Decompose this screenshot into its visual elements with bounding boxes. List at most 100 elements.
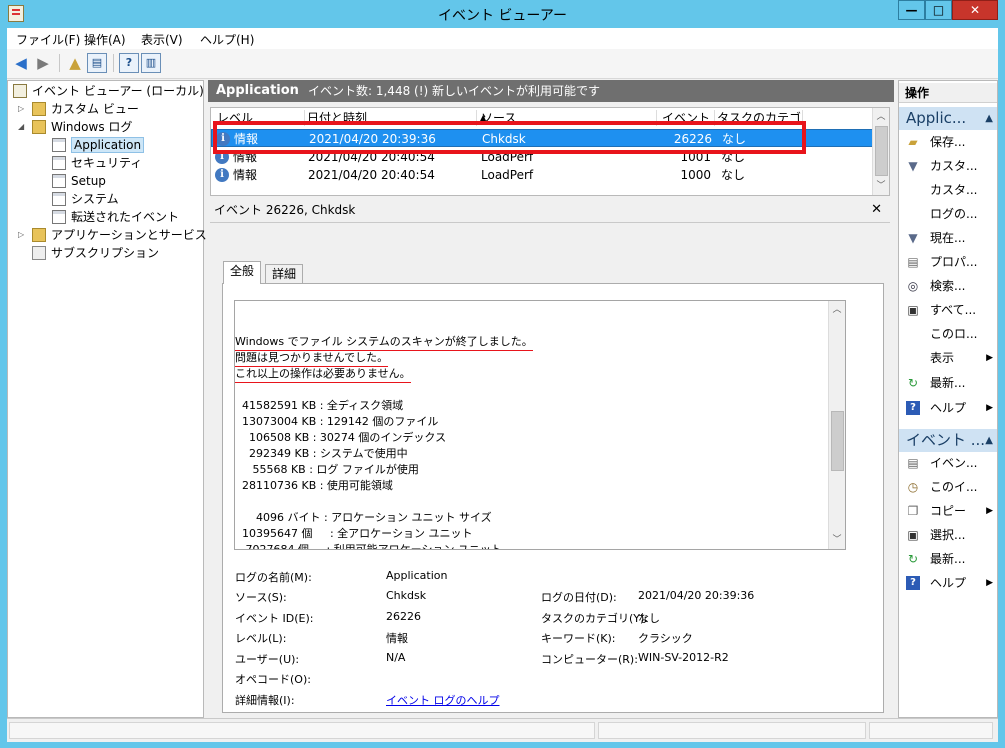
actions-group-application[interactable]: Applic... ▲	[899, 107, 997, 130]
column-task-category[interactable]: タスクのカテゴリ	[717, 110, 803, 141]
opcode-label: オペコード(O):	[235, 673, 311, 686]
save-disk-icon: ▣	[907, 303, 919, 317]
log-title: Application	[216, 83, 299, 98]
tree-custom-views[interactable]: ▷ カスタム ビュー	[18, 100, 139, 118]
action-attach-task[interactable]: このロ...	[899, 323, 997, 345]
row-level: 情報	[234, 132, 259, 146]
help-icon[interactable]: ?	[119, 53, 139, 73]
description-line: Windows でファイル システムのスキャンが終了しました。	[235, 334, 533, 351]
event-list: レベル 日付と時刻▲ ソース イベント ID タスクのカテゴリ i 情報 202…	[210, 107, 890, 196]
logged-label: ログの日付(D):	[541, 591, 617, 604]
action-create-custom-view[interactable]: ▼ カスタ...	[899, 155, 997, 177]
scrollbar-thumb[interactable]	[875, 126, 888, 176]
row-source: LoadPerf	[481, 150, 534, 164]
tree-log-security[interactable]: セキュリティ	[52, 154, 142, 172]
submenu-arrow-icon: ▶	[986, 353, 993, 363]
menu-action[interactable]: 操作(A)	[84, 31, 126, 48]
toolbar: ◀ ▶ ▲ ▤ ? ▥	[7, 49, 998, 79]
action-view[interactable]: 表示 ▶	[899, 347, 997, 369]
general-tab-body: Windows でファイル システムのスキャンが終了しました。 問題は見つかりま…	[222, 283, 884, 713]
collapse-arrow-icon[interactable]: ◢	[18, 118, 30, 136]
scrollbar-thumb[interactable]	[831, 411, 844, 471]
tree-log-system[interactable]: システム	[52, 190, 119, 208]
action-save-selected-events[interactable]: ▣ 選択...	[899, 524, 997, 546]
folder-icon	[32, 102, 46, 116]
scroll-down-icon[interactable]: ﹀	[873, 178, 889, 194]
log-icon	[52, 174, 66, 188]
minimize-button[interactable]: —	[898, 0, 925, 20]
expand-arrow-icon[interactable]: ▷	[18, 100, 30, 118]
action-save[interactable]: ▰ 保存...	[899, 131, 997, 153]
action-event-help[interactable]: ? ヘルプ ▶	[899, 572, 997, 594]
menu-help[interactable]: ヘルプ(H)	[200, 31, 254, 48]
menu-file[interactable]: ファイル(F)	[16, 31, 80, 48]
back-arrow-icon[interactable]: ◀	[11, 53, 31, 73]
action-help[interactable]: ? ヘルプ ▶	[899, 397, 997, 419]
action-refresh-event[interactable]: ↻ 最新...	[899, 548, 997, 570]
column-event-id[interactable]: イベント ID	[659, 110, 715, 141]
description-line: これ以上の操作は必要ありません。	[235, 366, 411, 383]
show-hide-action-pane-icon[interactable]: ▥	[141, 53, 161, 73]
menu-view[interactable]: 表示(V)	[141, 31, 183, 48]
column-source[interactable]: ソース	[481, 110, 657, 126]
tree-log-setup[interactable]: Setup	[52, 172, 106, 190]
log-header: Application イベント数: 1,448 (!) 新しいイベントが利用可…	[208, 80, 894, 102]
user-value: N/A	[386, 651, 406, 664]
action-filter-current-log[interactable]: ▼ 現在...	[899, 227, 997, 249]
action-import-custom-view[interactable]: カスタ...	[899, 179, 997, 201]
action-save-all-events[interactable]: ▣ すべて...	[899, 299, 997, 321]
event-list-scrollbar[interactable]: ︿ ﹀	[872, 108, 889, 195]
tree-log-forwarded[interactable]: 転送されたイベント	[52, 208, 179, 226]
action-attach-task-to-event[interactable]: ◷ このイ...	[899, 476, 997, 498]
description-line: 292349 KB : システムで使用中	[235, 447, 408, 460]
tree-app-service-logs[interactable]: ▷ アプリケーションとサービス ログ	[18, 226, 235, 244]
level-value: 情報	[386, 632, 408, 645]
close-window-button[interactable]: ✕	[952, 0, 998, 20]
show-hide-tree-icon[interactable]: ▤	[87, 53, 107, 73]
action-refresh[interactable]: ↻ 最新...	[899, 372, 997, 394]
event-description[interactable]: Windows でファイル システムのスキャンが終了しました。 問題は見つかりま…	[234, 300, 846, 550]
action-copy[interactable]: ❐ コピー ▶	[899, 500, 997, 522]
scroll-up-icon[interactable]: ︿	[829, 302, 845, 318]
collapse-arrow-icon[interactable]: ▲	[985, 107, 993, 130]
log-icon	[52, 156, 66, 170]
collapse-arrow-icon[interactable]: ▲	[985, 429, 993, 452]
column-datetime[interactable]: 日付と時刻 ▲	[307, 110, 486, 126]
scroll-up-icon[interactable]: ︿	[873, 109, 889, 125]
task-category-label: タスクのカテゴリ(Y):	[541, 612, 649, 625]
row-datetime: 2021/04/20 20:40:54	[308, 168, 435, 182]
event-id-value: 26226	[386, 610, 421, 623]
menu-bar: ファイル(F) 操作(A) 表示(V) ヘルプ(H)	[7, 28, 998, 49]
tree-subscriptions[interactable]: サブスクリプション	[32, 244, 159, 262]
column-level[interactable]: レベル	[217, 110, 305, 126]
event-row-selected[interactable]: i 情報 2021/04/20 20:39:36 Chkdsk 26226 なし	[211, 129, 873, 147]
log-name-label: ログの名前(M):	[235, 571, 312, 584]
up-folder-icon[interactable]: ▲	[65, 53, 85, 73]
more-info-label: 詳細情報(I):	[235, 694, 295, 707]
tree-root[interactable]: イベント ビューアー (ローカル)	[13, 82, 204, 100]
status-segment	[9, 722, 595, 739]
tree-windows-logs[interactable]: ◢ Windows ログ	[18, 118, 132, 136]
actions-group-event[interactable]: イベント ... ▲	[899, 429, 997, 452]
scroll-down-icon[interactable]: ﹀	[829, 532, 845, 548]
action-event-properties[interactable]: ▤ イベン...	[899, 452, 997, 474]
action-find[interactable]: ◎ 検索...	[899, 275, 997, 297]
tab-details[interactable]: 詳細	[265, 264, 304, 285]
toolbar-separator	[59, 54, 60, 72]
tab-general[interactable]: 全般	[223, 261, 262, 284]
expand-arrow-icon[interactable]: ▷	[18, 226, 30, 244]
event-log-help-link[interactable]: イベント ログのヘルプ	[386, 692, 500, 708]
forward-arrow-icon[interactable]: ▶	[33, 53, 53, 73]
tree-log-application[interactable]: Application	[52, 136, 145, 154]
close-detail-icon[interactable]: ✕	[871, 200, 882, 220]
folder-icon	[32, 228, 46, 242]
event-row[interactable]: i 情報 2021/04/20 20:40:54 LoadPerf 1000 な…	[211, 166, 873, 184]
event-row[interactable]: i 情報 2021/04/20 20:40:54 LoadPerf 1001 な…	[211, 148, 873, 166]
action-clear-log[interactable]: ログの...	[899, 203, 997, 225]
description-scrollbar[interactable]: ︿ ﹀	[828, 301, 845, 549]
action-properties[interactable]: ▤ プロパ...	[899, 251, 997, 273]
maximize-button[interactable]: □	[925, 0, 952, 20]
event-id-label: イベント ID(E):	[235, 612, 314, 625]
actions-group-event-label: イベント ...	[906, 431, 986, 449]
log-icon	[52, 192, 66, 206]
